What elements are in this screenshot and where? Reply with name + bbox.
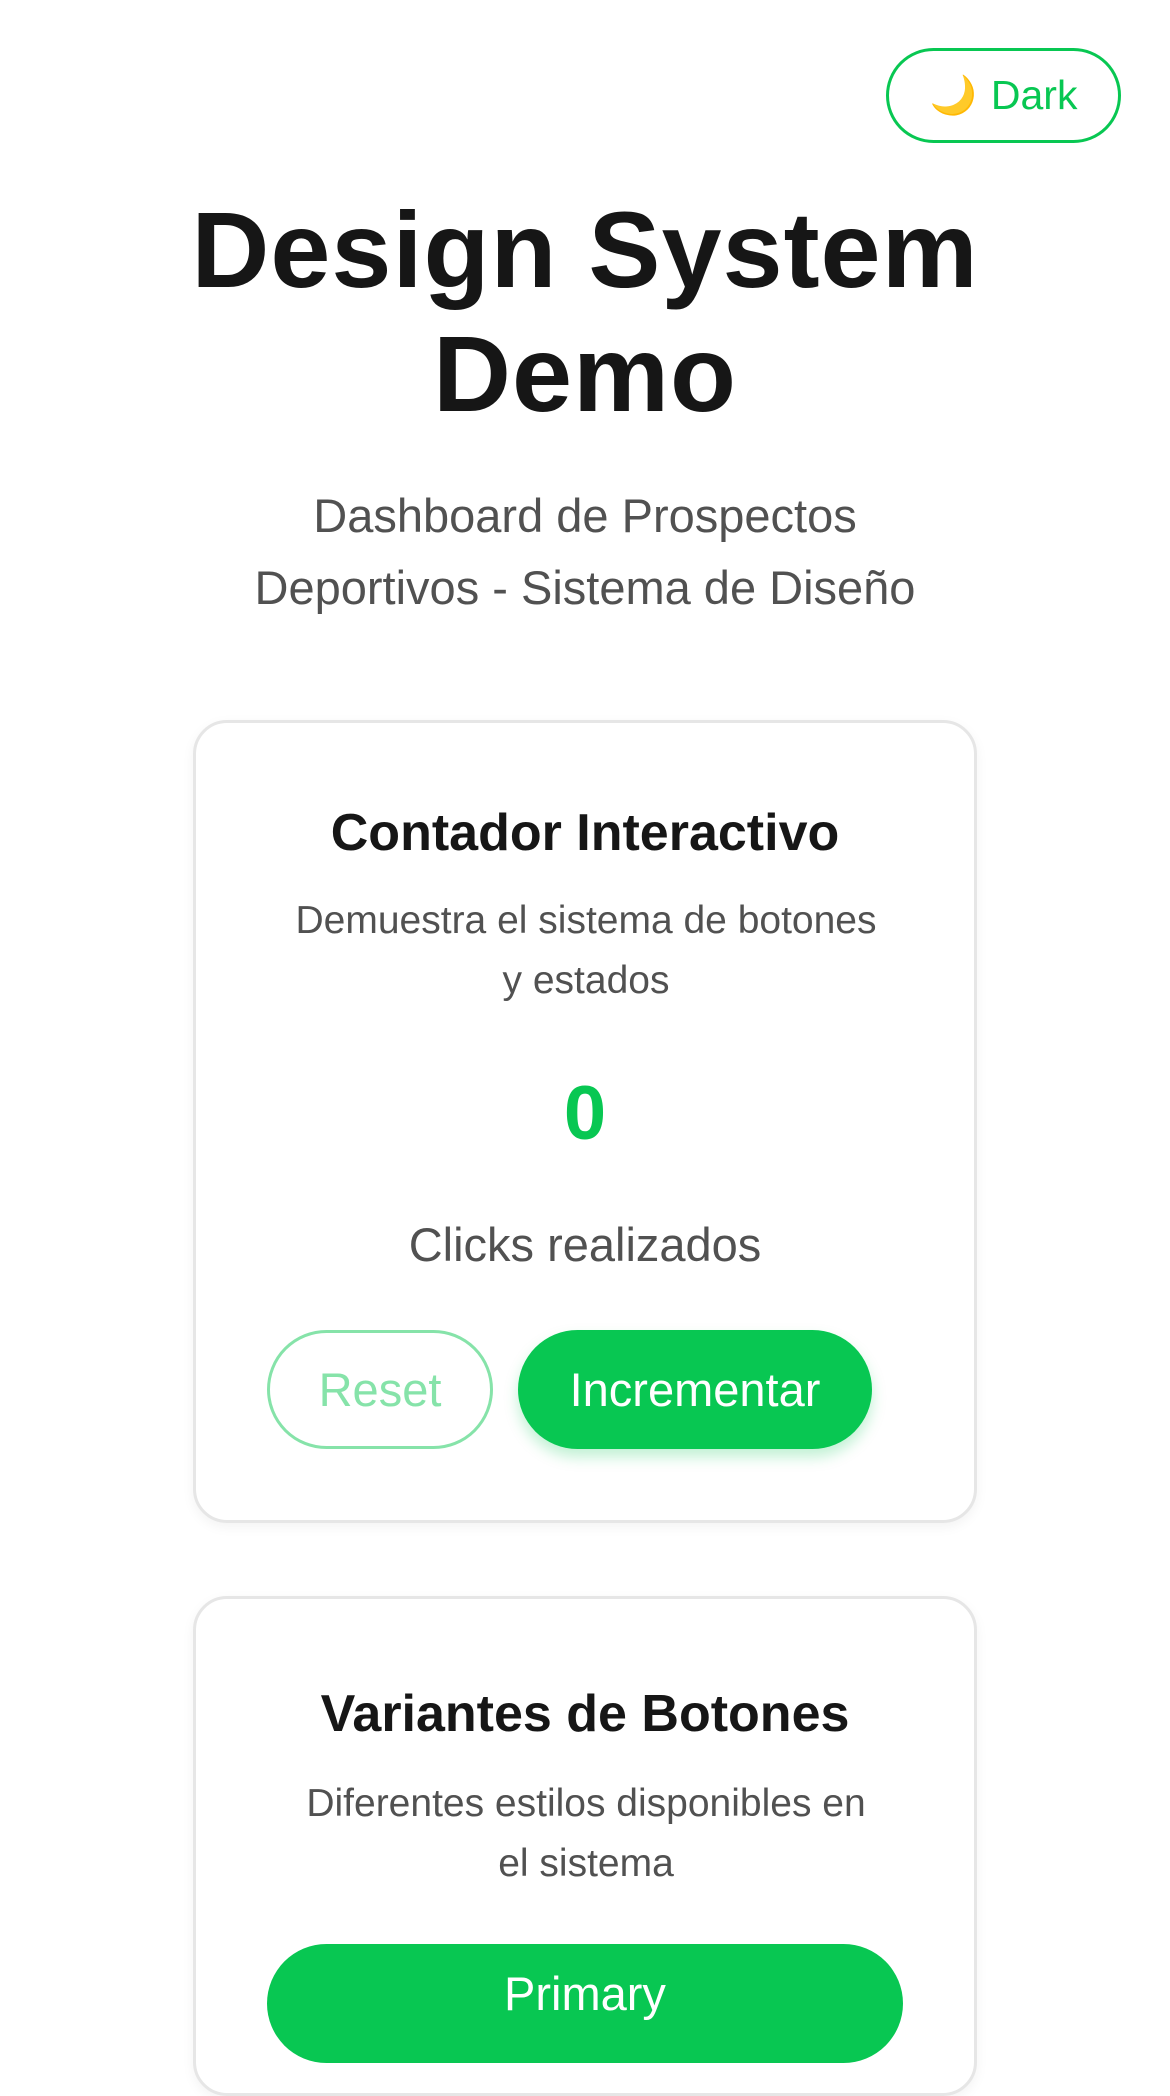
page-subtitle-line-2: Deportivos - Sistema de Diseño: [254, 561, 916, 614]
theme-toggle-label: Dark: [990, 72, 1078, 118]
counter-card-title: Contador Interactivo: [330, 804, 840, 862]
button-variants-card: Variantes de Botones Diferentes estilos …: [193, 1596, 977, 2096]
counter-card-description-line-1: Demuestra el sistema de botones: [295, 899, 877, 942]
reset-button[interactable]: Reset: [267, 1330, 493, 1449]
page-subtitle: Dashboard de Prospectos Deportivos - Sis…: [0, 480, 1170, 624]
counter-value: 0: [563, 1071, 607, 1156]
page-title-line-2: Demo: [432, 313, 738, 434]
page-title: Design System Demo: [0, 188, 1170, 436]
primary-button[interactable]: Primary: [267, 1944, 903, 2063]
moon-icon: 🌙: [929, 74, 977, 117]
page-subtitle-line-1: Dashboard de Prospectos: [313, 489, 857, 542]
button-variants-description-line-2: el sistema: [498, 1842, 674, 1885]
increment-button[interactable]: Incrementar: [518, 1330, 872, 1449]
counter-card: Contador Interactivo Demuestra el sistem…: [193, 720, 977, 1523]
counter-card-description-line-2: y estados: [502, 959, 670, 1002]
theme-toggle-button[interactable]: 🌙 Dark: [886, 48, 1121, 143]
button-variants-description-line-1: Diferentes estilos disponibles en: [306, 1782, 866, 1825]
button-variants-card-title: Variantes de Botones: [320, 1685, 850, 1743]
counter-label: Clicks realizados: [408, 1218, 762, 1271]
page-title-line-1: Design System: [191, 189, 979, 310]
button-variants-card-description: Diferentes estilos disponibles en el sis…: [256, 1774, 916, 1894]
counter-card-description: Demuestra el sistema de botones y estado…: [256, 891, 916, 1011]
